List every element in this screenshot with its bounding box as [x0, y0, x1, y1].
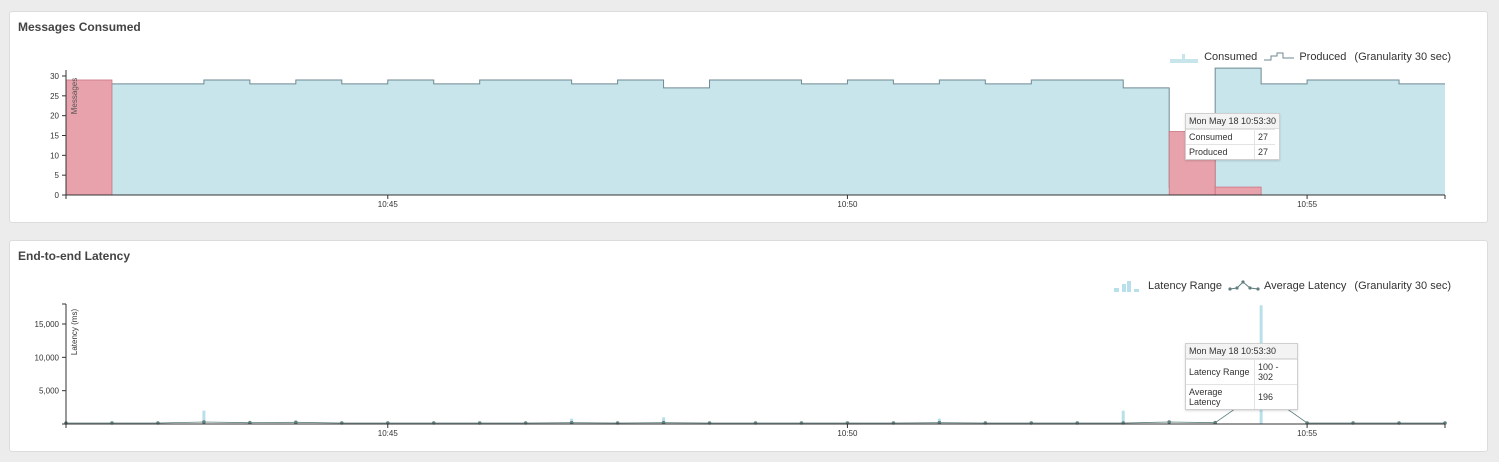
chart-tooltip: Mon May 18 10:53:30 Consumed 27 Produced…	[1185, 113, 1281, 160]
y-tick-label: 25	[50, 92, 59, 101]
tooltip-value: 27	[1254, 144, 1275, 159]
messages-consumed-panel: Messages Consumed Consumed Produced (Gra…	[9, 11, 1488, 223]
consumed-bar	[1214, 186, 1262, 196]
tooltip-label: Produced	[1186, 144, 1255, 159]
y-axis-label: Latency (ms)	[70, 309, 79, 356]
tooltip-time: Mon May 18 10:53:30	[1186, 344, 1297, 359]
tooltip-label: Latency Range	[1186, 359, 1255, 385]
y-tick-label: 5	[55, 171, 60, 180]
average-latency-point	[202, 420, 206, 424]
y-tick-label: 20	[50, 112, 59, 121]
y-tick-label: 30	[50, 72, 59, 81]
x-tick-label: 10:55	[1297, 200, 1318, 209]
y-tick-label: 5,000	[39, 387, 60, 396]
tooltip-time: Mon May 18 10:53:30	[1186, 114, 1280, 129]
average-latency-point	[1167, 420, 1171, 424]
y-axis-label: Messages	[70, 78, 79, 114]
y-tick-label: 0	[55, 191, 60, 200]
y-tick-label: 15,000	[35, 320, 60, 329]
tooltip-row: Average Latency 196	[1186, 384, 1297, 409]
tooltip-row: Latency Range 100 - 302	[1186, 359, 1297, 385]
y-tick-label: 15	[50, 132, 59, 141]
tooltip-value: 196	[1254, 384, 1297, 409]
tooltip-table: Consumed 27 Produced 27	[1186, 129, 1275, 159]
x-tick-label: 10:45	[378, 429, 399, 438]
x-tick-label: 10:45	[378, 200, 399, 209]
chart-tooltip: Mon May 18 10:53:30 Latency Range 100 - …	[1185, 343, 1298, 410]
tooltip-value: 100 - 302	[1254, 359, 1297, 385]
tooltip-value: 27	[1254, 129, 1275, 145]
x-tick-label: 10:55	[1297, 429, 1318, 438]
end-to-end-latency-panel: End-to-end Latency Latency Range Average…	[9, 240, 1488, 452]
tooltip-row: Consumed 27	[1186, 129, 1275, 145]
tooltip-table: Latency Range 100 - 302 Average Latency …	[1186, 359, 1297, 409]
tooltip-row: Produced 27	[1186, 144, 1275, 159]
x-tick-label: 10:50	[837, 429, 858, 438]
y-tick-label: 10,000	[35, 353, 60, 362]
y-tick-label: 10	[50, 151, 59, 160]
tooltip-label: Consumed	[1186, 129, 1255, 145]
x-tick-label: 10:50	[837, 200, 858, 209]
tooltip-label: Average Latency	[1186, 384, 1255, 409]
